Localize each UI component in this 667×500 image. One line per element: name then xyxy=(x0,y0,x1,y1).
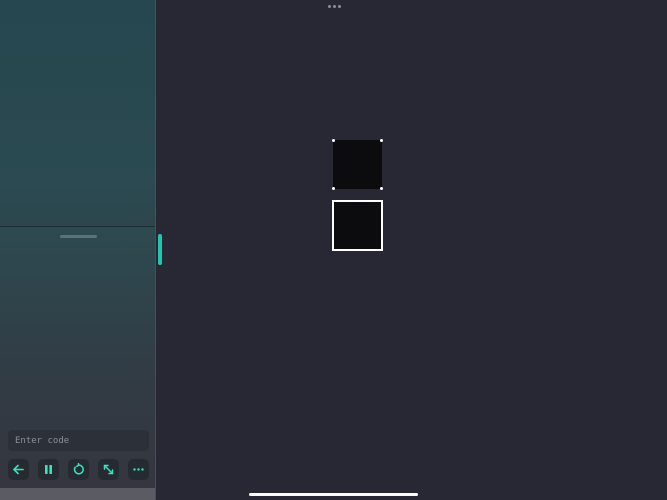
node-selected[interactable] xyxy=(332,139,383,190)
expand-icon xyxy=(103,464,114,475)
restart-button[interactable] xyxy=(68,459,89,480)
more-button[interactable] xyxy=(128,459,149,480)
code-input[interactable] xyxy=(8,430,149,451)
pause-icon xyxy=(45,465,52,474)
resize-handle-bottom-left[interactable] xyxy=(332,187,335,190)
home-indicator[interactable] xyxy=(249,493,418,496)
pause-button[interactable] xyxy=(38,459,59,480)
app-window xyxy=(0,0,667,500)
resize-handle-top-left[interactable] xyxy=(332,139,335,142)
resize-handle-bottom-right[interactable] xyxy=(380,187,383,190)
panel-grabber-handle[interactable] xyxy=(60,235,97,238)
code-pane xyxy=(0,227,155,488)
node-outlined[interactable] xyxy=(332,200,383,251)
playback-toolbar xyxy=(8,459,149,480)
resize-handle-top-right[interactable] xyxy=(380,139,383,142)
arrow-left-icon xyxy=(13,464,24,475)
expand-button[interactable] xyxy=(98,459,119,480)
left-panel xyxy=(0,0,156,500)
scene-canvas[interactable] xyxy=(157,0,667,500)
more-options-icon[interactable] xyxy=(328,5,342,8)
more-icon xyxy=(133,468,144,471)
left-footer-strip xyxy=(0,488,155,500)
restart-icon xyxy=(73,463,84,475)
back-button[interactable] xyxy=(8,459,29,480)
preview-pane[interactable] xyxy=(0,0,155,227)
